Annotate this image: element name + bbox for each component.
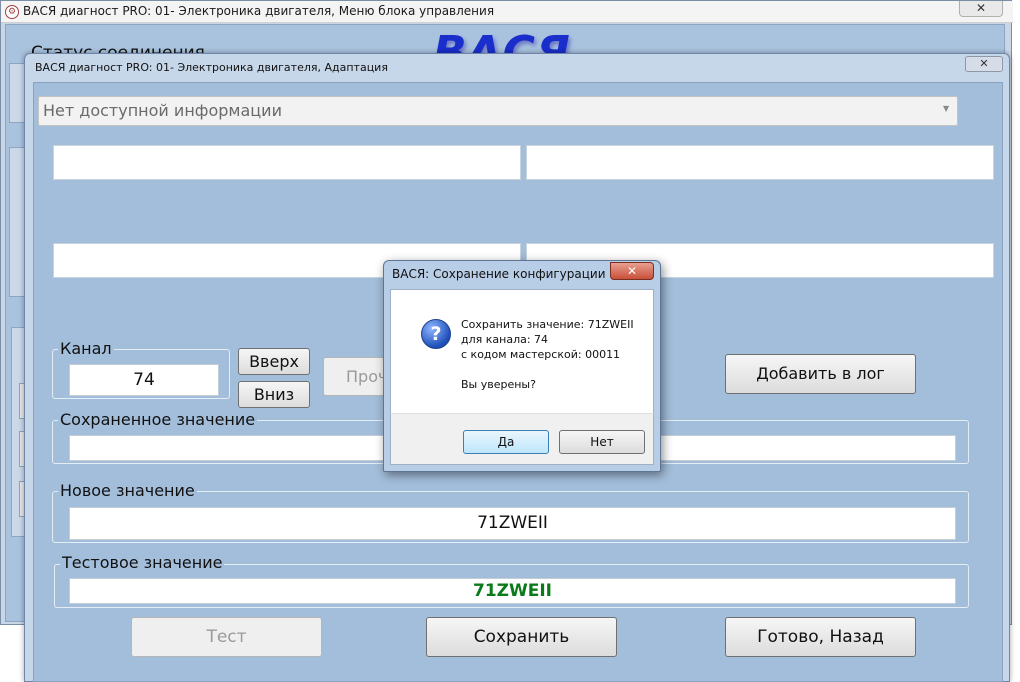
save-config-dialog: ВАСЯ: Сохранение конфигурации ✕ ? Сохран… (383, 260, 661, 472)
info-select-value: Нет доступной информации (43, 101, 282, 120)
dialog-message-line: с кодом мастерской: 00011 (461, 348, 621, 361)
test-button[interactable]: Тест (131, 617, 322, 657)
dialog-confirm-text: Вы уверены? (461, 378, 536, 391)
adaptation-window-close-button[interactable]: ✕ (965, 56, 1003, 72)
channel-input[interactable]: 74 (69, 364, 219, 396)
channel-down-button[interactable]: Вниз (238, 381, 310, 408)
adaptation-window-titlebar[interactable]: ВАСЯ диагност PRO: 01- Электроника двига… (25, 54, 1009, 80)
test-value-label: Тестовое значение (60, 553, 225, 572)
dialog-message-line: для канала: 74 (461, 333, 549, 346)
yes-button[interactable]: Да (463, 430, 549, 454)
dialog-content: ? Сохранить значение: 71ZWEII для канала… (390, 289, 654, 413)
channel-up-button[interactable]: Вверх (238, 348, 310, 375)
main-window-titlebar[interactable]: ⚙ ВАСЯ диагност PRO: 01- Электроника дви… (1, 1, 1013, 23)
main-window-title: ВАСЯ диагност PRO: 01- Электроника двига… (23, 4, 495, 18)
main-window-close-button[interactable]: ✕ (959, 1, 1003, 17)
dialog-message-line: Сохранить значение: 71ZWEII (461, 318, 634, 331)
done-back-button[interactable]: Готово, Назад (725, 617, 916, 657)
dialog-title: ВАСЯ: Сохранение конфигурации (392, 267, 606, 281)
info-field-2 (526, 145, 994, 180)
channel-label: Канал (58, 339, 114, 358)
chevron-down-icon: ▼ (943, 104, 950, 113)
app-icon: ⚙ (5, 5, 19, 19)
save-button[interactable]: Сохранить (426, 617, 617, 657)
info-select[interactable]: Нет доступной информации ▼ (38, 96, 958, 126)
test-value-field: 71ZWEII (69, 578, 956, 604)
dialog-close-button[interactable]: ✕ (610, 262, 654, 280)
no-button[interactable]: Нет (559, 430, 645, 454)
adaptation-window-title: ВАСЯ диагност PRO: 01- Электроника двига… (35, 61, 388, 74)
new-value-label: Новое значение (58, 481, 197, 500)
saved-value-label: Сохраненное значение (58, 410, 258, 429)
new-value-input[interactable]: 71ZWEII (69, 507, 956, 540)
dialog-footer: Да Нет (390, 413, 654, 465)
add-to-log-button[interactable]: Добавить в лог (725, 354, 916, 394)
info-field-1 (53, 145, 521, 180)
question-icon: ? (421, 319, 451, 349)
